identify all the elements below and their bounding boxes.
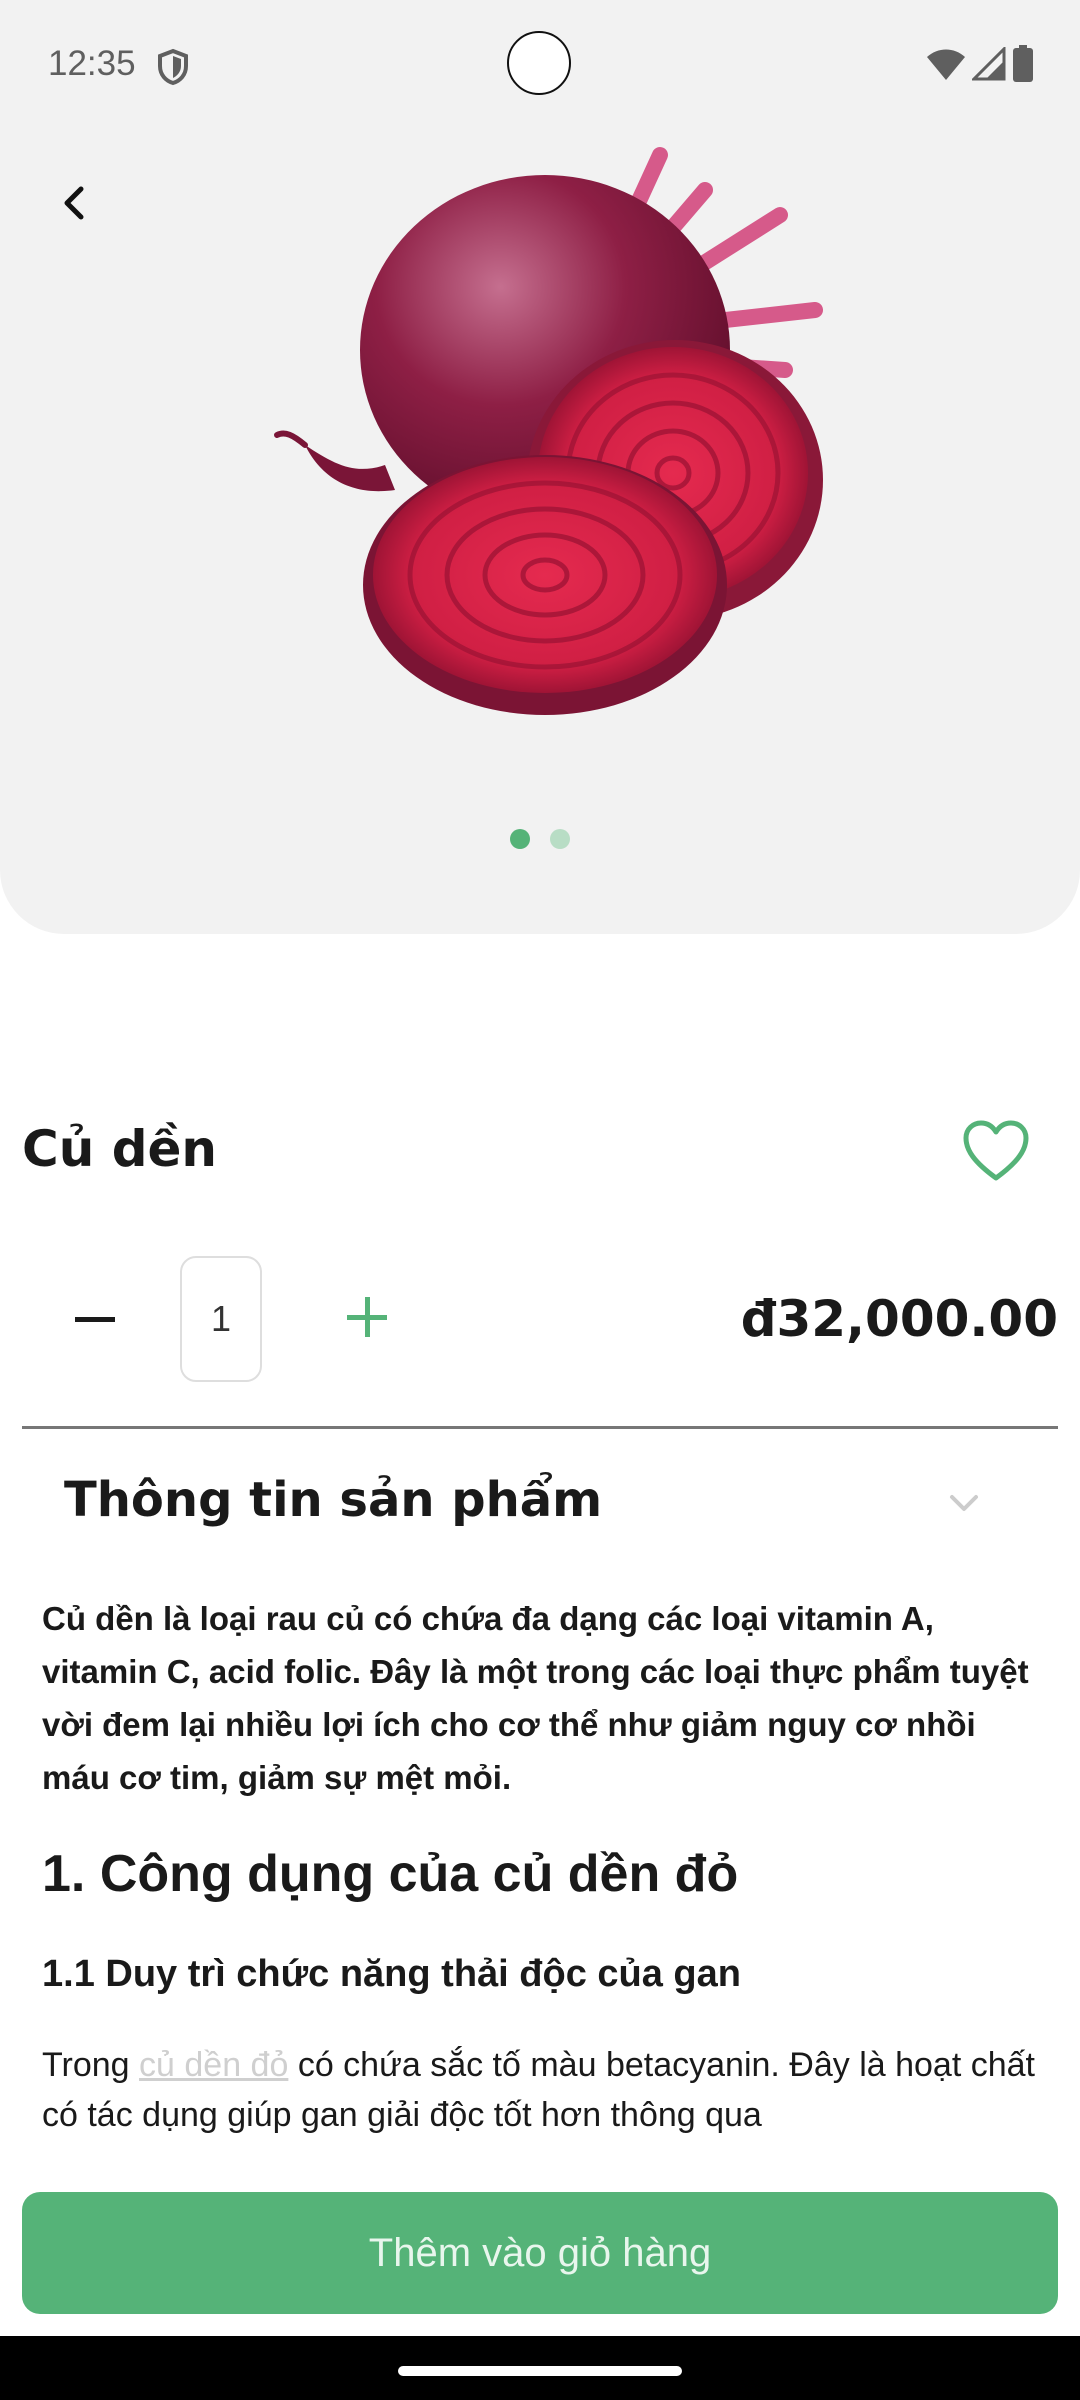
home-indicator[interactable] <box>398 2366 682 2376</box>
wifi-icon <box>926 47 966 86</box>
carousel-indicator <box>0 829 1080 849</box>
add-to-cart-button[interactable]: Thêm vào giỏ hàng <box>22 2192 1058 2314</box>
product-description: Củ dền là loại rau củ có chứa đa dạng cá… <box>42 1592 1042 2172</box>
favorite-button[interactable] <box>960 1118 1032 1184</box>
chevron-left-icon <box>59 183 89 228</box>
heart-icon <box>960 1120 1032 1188</box>
subheading-liver: 1.1 Duy trì chức năng thải độc của gan <box>42 1953 741 1995</box>
product-info-toggle[interactable]: Thông tin sản phẩm <box>22 1450 1058 1560</box>
description-text: Củ dền là loại rau củ có chứa đa dạng cá… <box>42 1600 1029 1796</box>
product-title: Củ dền <box>22 1120 217 1178</box>
status-bar: 12:35 <box>0 0 1080 130</box>
product-price: đ32,000.00 <box>740 1290 1058 1348</box>
beetroot-image <box>185 135 855 735</box>
shield-icon <box>156 48 190 86</box>
status-time: 12:35 <box>48 44 136 83</box>
increase-quantity-button[interactable] <box>334 1286 400 1352</box>
beetroot-link[interactable]: củ dền đỏ <box>139 2046 288 2084</box>
decrease-quantity-button[interactable] <box>64 1296 126 1344</box>
battery-icon <box>1012 44 1034 88</box>
camera-cutout <box>507 31 571 95</box>
section-title: Thông tin sản phẩm <box>64 1472 603 1528</box>
back-button[interactable] <box>44 170 104 240</box>
divider <box>22 1426 1058 1429</box>
plus-icon <box>347 1296 387 1342</box>
signal-icon <box>970 44 1006 86</box>
quantity-field[interactable]: 1 <box>180 1256 262 1382</box>
paragraph: Trong củ dền đỏ có chứa sắc tố màu betac… <box>42 2040 1042 2140</box>
minus-icon <box>75 1311 115 1329</box>
quantity-row: 1 đ32,000.00 <box>22 1256 1058 1384</box>
carousel-dot-active[interactable] <box>510 829 530 849</box>
heading-uses: 1. Công dụng của củ dền đỏ <box>42 1845 739 1903</box>
product-image-carousel[interactable]: 12:35 <box>0 0 1080 934</box>
carousel-dot[interactable] <box>550 829 570 849</box>
chevron-down-icon <box>942 1488 986 1518</box>
paragraph-prefix: Trong <box>42 2046 140 2084</box>
